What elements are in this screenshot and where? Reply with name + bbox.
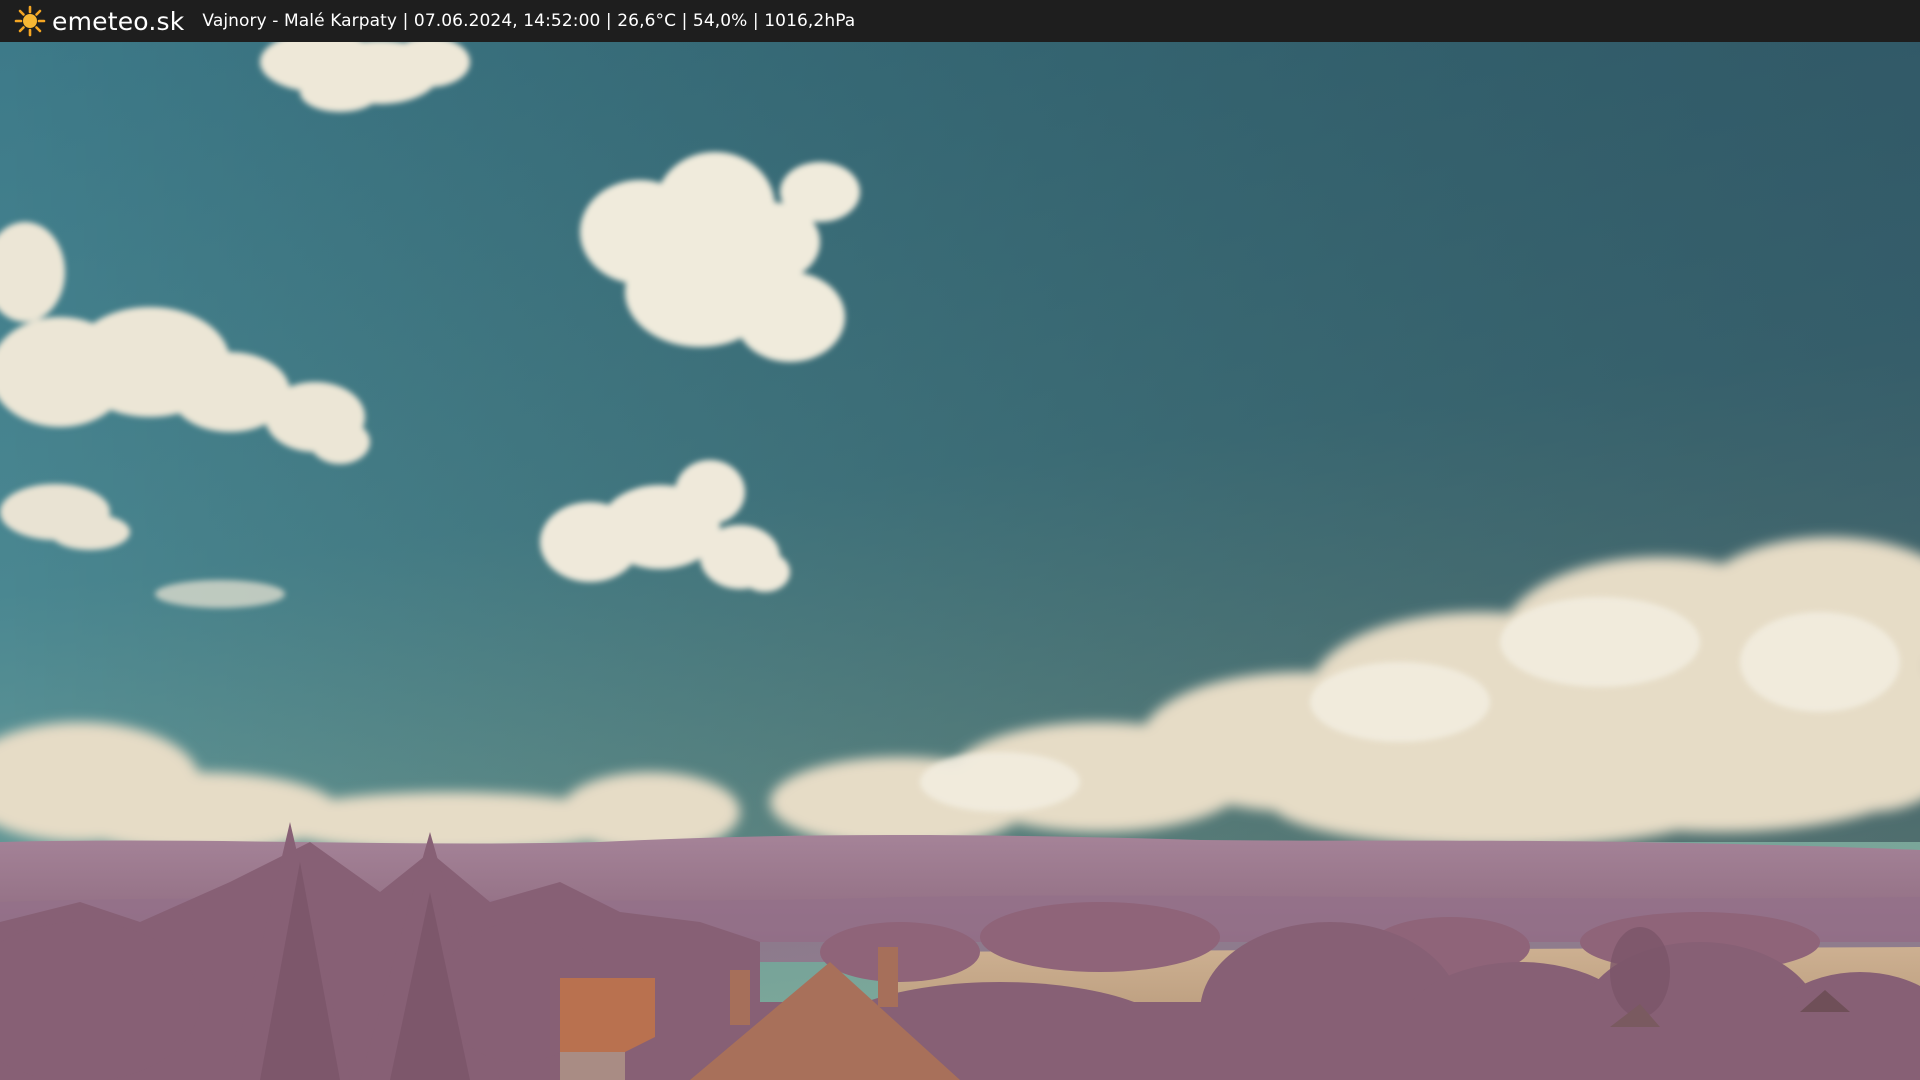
sun-icon — [14, 5, 46, 37]
webcam-image — [0, 42, 1920, 1080]
station-caption: Vajnory - Malé Karpaty | 07.06.2024, 14:… — [202, 11, 856, 31]
cloud — [155, 580, 285, 608]
caption-bar: emeteo.sk Vajnory - Malé Karpaty | 07.06… — [0, 0, 1920, 42]
brand-logo-text: emeteo.sk — [52, 6, 185, 36]
webcam-frame: emeteo.sk Vajnory - Malé Karpaty | 07.06… — [0, 0, 1920, 1080]
